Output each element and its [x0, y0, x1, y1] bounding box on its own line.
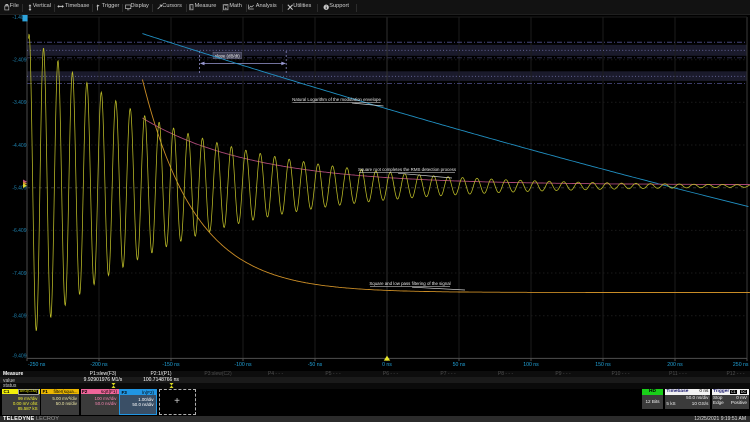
svg-text:-3.409: -3.409	[12, 100, 26, 106]
svg-text:250 ns: 250 ns	[733, 362, 749, 368]
svg-text:-4.409: -4.409	[12, 143, 26, 149]
svg-text:Square root completes the RMS: Square root completes the RMS detection …	[358, 167, 457, 172]
svg-text:Square and low pass filtering: Square and low pass filtering of the sig…	[369, 281, 450, 286]
svg-text:200 ns: 200 ns	[667, 362, 683, 368]
svg-text:50 ns: 50 ns	[453, 362, 466, 368]
svg-text:-250 ns: -250 ns	[28, 362, 46, 368]
svg-text:0 ns: 0 ns	[382, 362, 392, 368]
svg-text:-100 ns: -100 ns	[234, 362, 252, 368]
svg-text:-2.409: -2.409	[12, 58, 26, 64]
svg-text:-6.409: -6.409	[12, 228, 26, 234]
svg-text:Natural Logarithm of the modul: Natural Logarithm of the modulation enve…	[292, 97, 381, 102]
svg-text:-50 ns: -50 ns	[308, 362, 323, 368]
svg-text:-8.409: -8.409	[12, 314, 26, 320]
svg-text:-7.409: -7.409	[12, 271, 26, 277]
svg-text:-150 ns: -150 ns	[162, 362, 180, 368]
svg-text:150 ns: 150 ns	[595, 362, 611, 368]
svg-text:100 ns: 100 ns	[523, 362, 539, 368]
svg-text:-200 ns: -200 ns	[90, 362, 108, 368]
svg-text:-9.409: -9.409	[12, 353, 26, 359]
